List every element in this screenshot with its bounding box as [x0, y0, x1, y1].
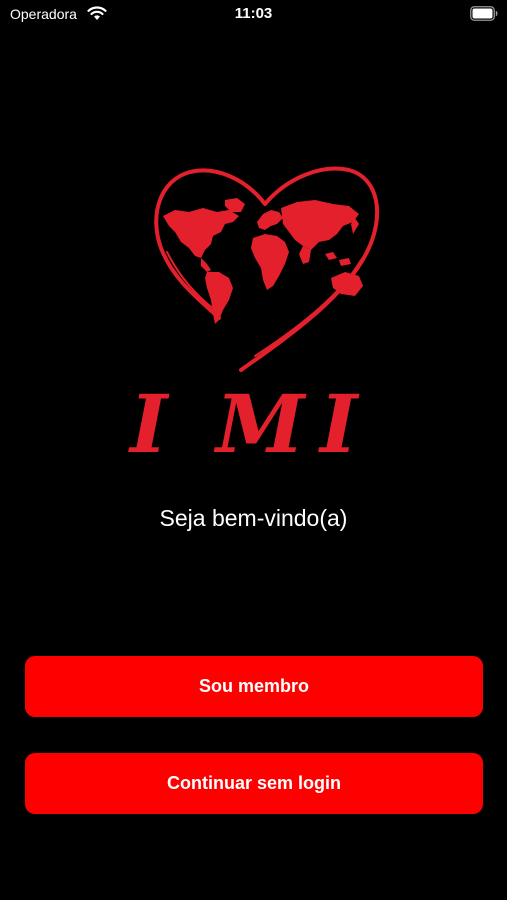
status-bar: Operadora 11:03: [0, 0, 507, 28]
continue-without-login-label: Continuar sem login: [166, 773, 341, 793]
member-button[interactable]: Sou membro: [25, 656, 483, 717]
logo-letter-i-first: I: [128, 380, 170, 468]
clock: 11:03: [234, 5, 273, 22]
logo-letter-m: M: [213, 380, 307, 468]
logo-letter-i-last: I: [318, 380, 360, 468]
member-button-label: Sou membro: [198, 676, 309, 696]
battery-icon: [470, 6, 498, 21]
welcome-text: Seja bem-vindo(a): [159, 505, 348, 531]
continue-without-login-button[interactable]: Continuar sem login: [25, 753, 483, 814]
imi-logo-letters: I M I: [128, 380, 360, 468]
heart-world-map-icon: [154, 166, 380, 372]
welcome-screen: Operadora 11:03 I M I Seja bem-vindo(a) …: [0, 0, 507, 900]
